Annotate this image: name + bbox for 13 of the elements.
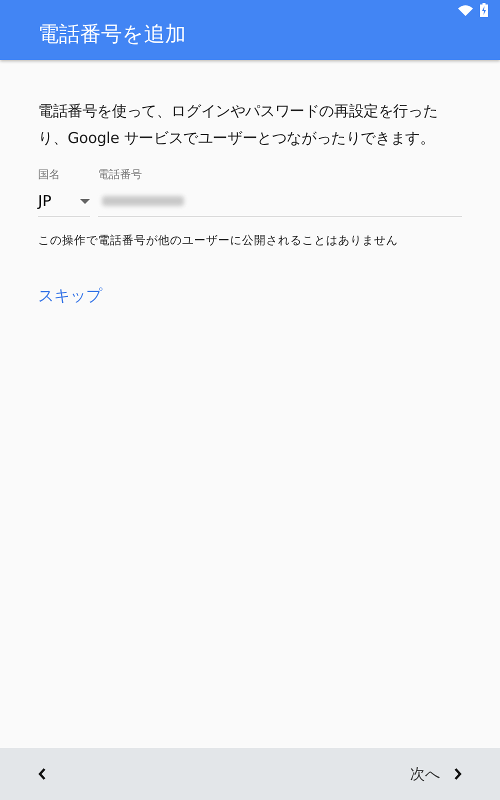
wifi-icon	[458, 4, 473, 16]
skip-link[interactable]: スキップ	[38, 286, 102, 307]
privacy-note: この操作で電話番号が他のユーザーに公開されることはありません	[38, 233, 399, 248]
field-label: 国名	[38, 167, 61, 182]
screen-title: 電話番号を追加	[37, 21, 186, 48]
back-button[interactable]	[38, 768, 46, 780]
country-dropdown[interactable]: JP	[38, 186, 90, 217]
field-label: 電話番号	[98, 167, 143, 182]
chevron-right-icon	[454, 768, 462, 780]
description-text: 電話番号を使って、ログインやパスワードの再設定を行ったり、Google サービスでユーザーとつながったりできます。	[38, 101, 439, 149]
battery-charging-icon	[480, 3, 488, 17]
next-button[interactable]: 次へ	[410, 764, 462, 784]
dropdown-arrow-icon	[80, 198, 90, 204]
